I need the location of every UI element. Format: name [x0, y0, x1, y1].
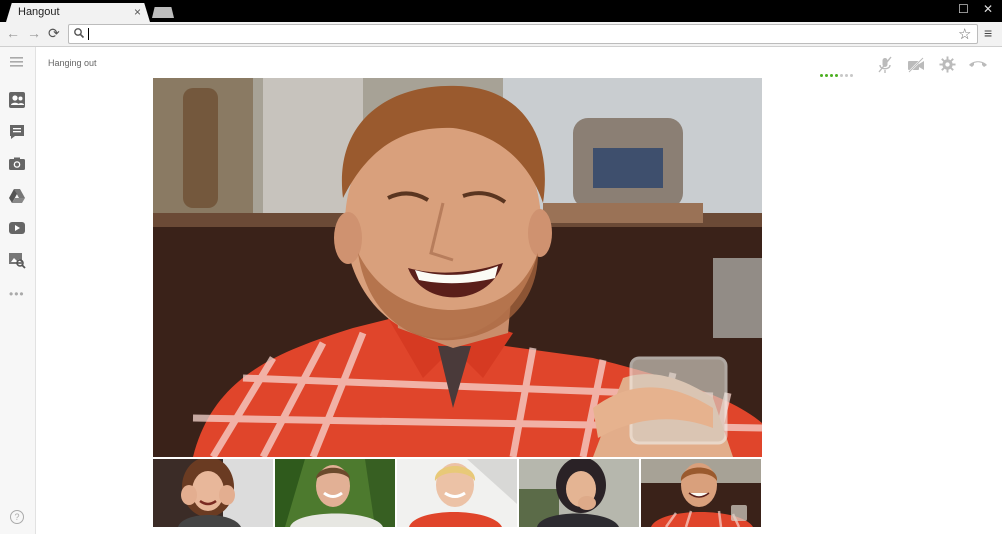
- hang-up-icon[interactable]: [968, 56, 988, 73]
- text-caret: [88, 28, 89, 40]
- app-sidebar: ••• ?: [0, 47, 36, 534]
- participant-thumbnail[interactable]: [275, 459, 395, 527]
- mute-microphone-icon[interactable]: [877, 56, 893, 74]
- close-window-icon[interactable]: ✕: [983, 2, 993, 16]
- participant-1-video: [153, 459, 273, 527]
- youtube-icon[interactable]: [8, 219, 26, 237]
- address-bar[interactable]: [68, 24, 978, 44]
- help-icon[interactable]: ?: [10, 510, 24, 524]
- participant-thumbnail[interactable]: [397, 459, 517, 527]
- browser-titlebar: Hangout × ☐ ✕: [0, 0, 1002, 22]
- browser-menu-icon[interactable]: ≡: [984, 25, 992, 41]
- screenshare-icon[interactable]: [8, 251, 26, 269]
- participant-thumbnail[interactable]: [641, 459, 761, 527]
- browser-tab[interactable]: Hangout ×: [6, 3, 150, 22]
- page-title: Hanging out: [48, 58, 97, 68]
- participant-4-video: [519, 459, 639, 527]
- reload-icon[interactable]: ⟳: [48, 25, 60, 42]
- camera-icon[interactable]: [8, 155, 26, 173]
- maximize-icon[interactable]: ☐: [958, 2, 969, 16]
- drive-icon[interactable]: [8, 187, 26, 205]
- speaker-video-image: [153, 78, 762, 457]
- settings-icon[interactable]: [939, 56, 956, 73]
- forward-icon[interactable]: →: [27, 25, 41, 41]
- participant-strip: [153, 459, 762, 527]
- participant-5-video: [641, 459, 761, 527]
- people-icon[interactable]: [8, 91, 26, 109]
- chat-icon[interactable]: [8, 123, 26, 141]
- bookmark-star-icon[interactable]: ☆: [958, 25, 971, 43]
- participant-3-video: [397, 459, 517, 527]
- signal-strength-icon: [820, 64, 855, 82]
- browser-toolbar: ← → ⟳ ☆ ≡: [0, 22, 1002, 47]
- participant-2-video: [275, 459, 395, 527]
- participant-thumbnail[interactable]: [153, 459, 273, 527]
- hamburger-menu-icon[interactable]: [8, 56, 26, 68]
- tab-close-icon[interactable]: ×: [134, 5, 141, 19]
- participant-thumbnail[interactable]: [519, 459, 639, 527]
- search-icon: [74, 28, 85, 39]
- main-video-feed[interactable]: [153, 78, 762, 457]
- tab-title: Hangout: [18, 6, 60, 18]
- new-tab-button[interactable]: [152, 7, 174, 18]
- camera-off-icon[interactable]: [907, 56, 925, 74]
- more-apps-icon[interactable]: •••: [9, 287, 25, 301]
- back-icon[interactable]: ←: [6, 25, 20, 41]
